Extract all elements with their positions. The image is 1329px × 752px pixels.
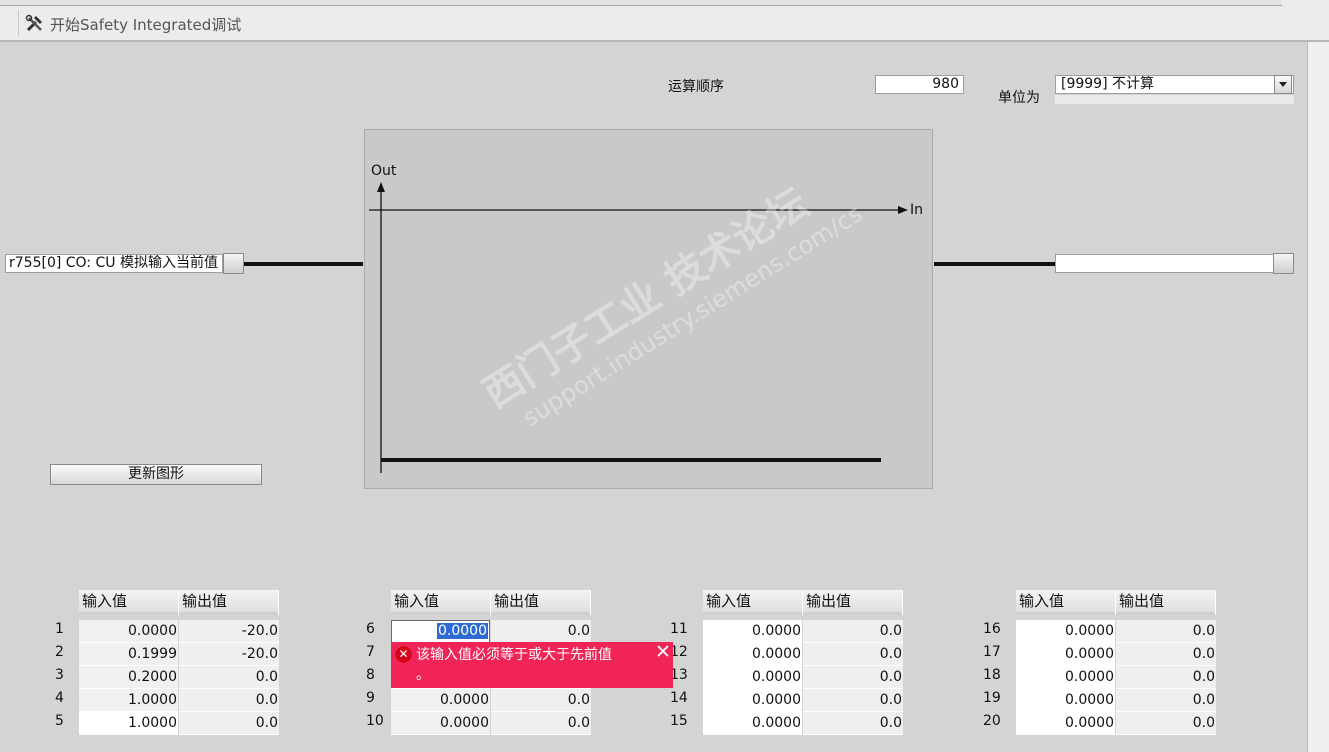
row-number: 8 <box>366 667 375 683</box>
row-number: 4 <box>55 690 64 706</box>
input-value-cell[interactable]: 0.0000 <box>1016 620 1115 643</box>
row-number: 9 <box>366 690 375 706</box>
x-axis-label: In <box>910 202 924 218</box>
unit-dropdown-shadow <box>1055 95 1294 104</box>
column-header-input: 输入值 <box>703 590 803 615</box>
output-value-cell[interactable]: 0.0 <box>803 620 903 643</box>
output-value-cell[interactable]: 0.0 <box>179 712 279 735</box>
tools-icon[interactable] <box>25 14 45 34</box>
calc-order-field[interactable]: 980 <box>875 75 964 94</box>
output-value-cell[interactable]: 0.0 <box>803 643 903 666</box>
column-header-output: 输出值 <box>491 590 591 615</box>
input-value-cell[interactable]: 0.0000 <box>1016 666 1115 689</box>
input-value-cell[interactable]: 0.0000 <box>391 712 490 735</box>
input-value-cell[interactable]: 0.0000 <box>391 620 490 643</box>
calc-order-label: 运算顺序 <box>668 79 724 95</box>
output-value-cell[interactable]: 0.0 <box>491 620 591 643</box>
row-number: 15 <box>670 713 688 729</box>
row-number: 6 <box>366 621 375 637</box>
input-value-cell[interactable]: 0.2000 <box>79 666 178 689</box>
row-number: 5 <box>55 713 64 729</box>
input-value-cell[interactable]: 0.0000 <box>703 643 802 666</box>
top-strip <box>0 0 1282 6</box>
toolbar-separator <box>18 10 19 36</box>
input-signal-browse-button[interactable] <box>223 253 244 274</box>
input-value-cell[interactable]: 0.0000 <box>1016 689 1115 712</box>
error-tooltip: ✕ 该输入值必须等于或大于先前值 。 ✕ <box>391 641 673 688</box>
row-number: 17 <box>983 644 1001 660</box>
output-value-cell[interactable]: 0.0 <box>179 689 279 712</box>
start-safety-link[interactable]: 开始Safety Integrated调试 <box>50 14 241 35</box>
input-signal-field[interactable]: r755[0] CO: CU 模拟输入当前值 <box>5 254 223 273</box>
output-value-cell[interactable]: 0.0 <box>803 689 903 712</box>
output-value-cell[interactable]: 0.0 <box>491 689 591 712</box>
input-value-cell[interactable]: 0.0000 <box>1016 643 1115 666</box>
column-header-output: 输出值 <box>1116 590 1216 615</box>
row-number: 14 <box>670 690 688 706</box>
selected-text: 0.0000 <box>437 623 488 639</box>
output-value-cell[interactable]: -20.0 <box>179 620 279 643</box>
output-connector-line <box>934 262 1055 266</box>
output-value-cell[interactable]: 0.0 <box>491 712 591 735</box>
column-header-output: 输出值 <box>803 590 903 615</box>
y-axis-label: Out <box>371 163 397 179</box>
row-number: 19 <box>983 690 1001 706</box>
input-connector-line <box>244 262 363 266</box>
output-value-cell[interactable]: 0.0 <box>179 666 279 689</box>
error-icon: ✕ <box>395 646 412 663</box>
row-number: 10 <box>366 713 384 729</box>
row-number: 1 <box>55 621 64 637</box>
row-number: 12 <box>670 644 688 660</box>
chart-svg <box>369 182 908 473</box>
update-graph-button[interactable]: 更新图形 <box>50 464 262 485</box>
vertical-scrollbar[interactable] <box>1307 42 1329 752</box>
row-number: 2 <box>55 644 64 660</box>
input-value-cell[interactable]: 0.1999 <box>79 643 178 666</box>
row-number: 11 <box>670 621 688 637</box>
error-message-line2: 。 <box>416 667 430 683</box>
input-value-cell[interactable]: 0.0000 <box>391 689 490 712</box>
input-value-cell[interactable]: 1.0000 <box>79 689 178 712</box>
row-number: 13 <box>670 667 688 683</box>
column-header-input: 输入值 <box>1016 590 1116 615</box>
output-signal-field[interactable] <box>1055 254 1274 273</box>
column-header-input: 输入值 <box>79 590 179 615</box>
error-message: 该输入值必须等于或大于先前值 。 <box>416 645 646 685</box>
input-value-cell[interactable]: 0.0000 <box>703 620 802 643</box>
top-toolbar: 开始Safety Integrated调试 <box>0 0 1329 42</box>
y-axis-arrow <box>377 182 385 192</box>
characteristic-chart: Out In <box>364 129 933 489</box>
input-value-cell[interactable]: 0.0000 <box>703 712 802 735</box>
output-value-cell[interactable]: -20.0 <box>179 643 279 666</box>
unit-label: 单位为 <box>998 90 1040 106</box>
row-number: 3 <box>55 667 64 683</box>
x-axis-arrow <box>898 206 908 214</box>
output-value-cell[interactable]: 0.0 <box>803 712 903 735</box>
row-number: 20 <box>983 713 1001 729</box>
column-header-output: 输出值 <box>179 590 279 615</box>
input-value-cell[interactable]: 0.0000 <box>703 689 802 712</box>
output-value-cell[interactable]: 0.0 <box>1116 689 1216 712</box>
unit-dropdown[interactable]: [9999] 不计算 <box>1055 75 1294 94</box>
input-value-cell[interactable]: 0.0000 <box>1016 712 1115 735</box>
row-number: 7 <box>366 644 375 660</box>
output-value-cell[interactable]: 0.0 <box>1116 643 1216 666</box>
input-value-cell[interactable]: 1.0000 <box>79 712 178 735</box>
input-value-cell[interactable]: 0.0000 <box>703 666 802 689</box>
output-value-cell[interactable]: 0.0 <box>1116 666 1216 689</box>
row-number: 18 <box>983 667 1001 683</box>
input-value-cell[interactable]: 0.0000 <box>79 620 178 643</box>
output-value-cell[interactable]: 0.0 <box>1116 712 1216 735</box>
close-icon[interactable]: ✕ <box>655 641 671 663</box>
column-header-input: 输入值 <box>391 590 491 615</box>
output-value-cell[interactable]: 0.0 <box>803 666 903 689</box>
output-value-cell[interactable]: 0.0 <box>1116 620 1216 643</box>
chevron-down-icon[interactable] <box>1274 75 1292 94</box>
output-signal-browse-button[interactable] <box>1273 253 1294 274</box>
row-number: 16 <box>983 621 1001 637</box>
error-message-line1: 该输入值必须等于或大于先前值 <box>416 647 612 663</box>
